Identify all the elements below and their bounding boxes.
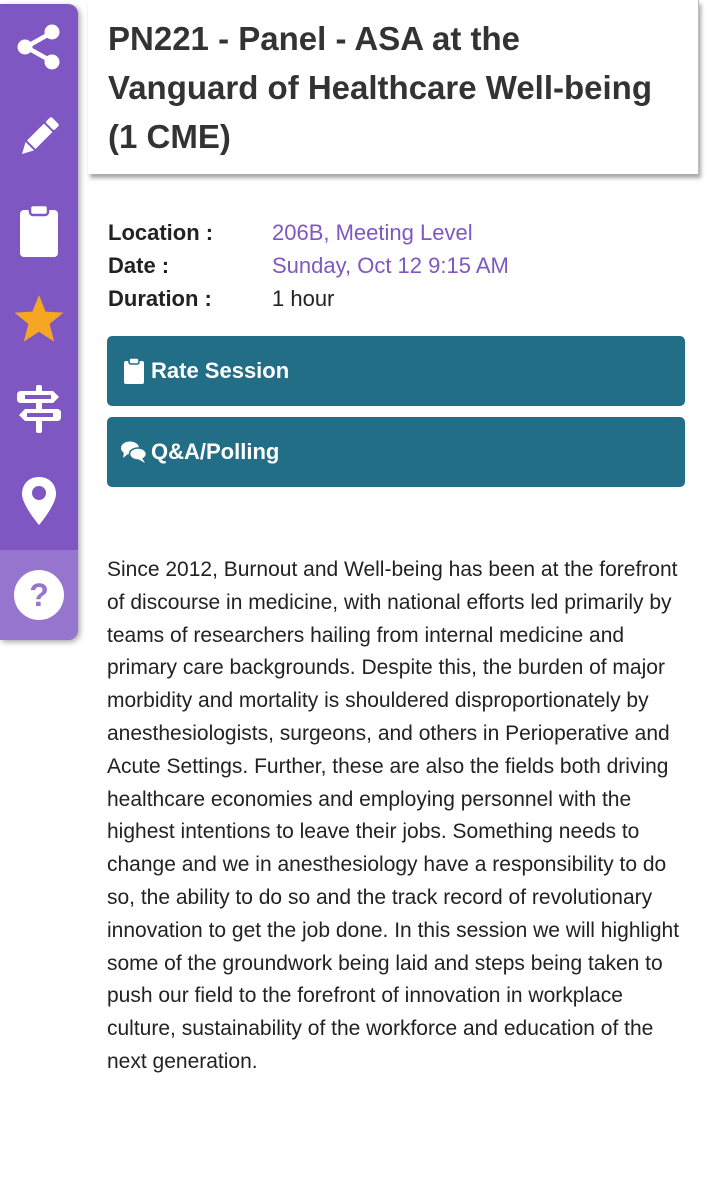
star-icon bbox=[14, 295, 64, 342]
rate-session-button[interactable]: Rate Session bbox=[107, 336, 685, 406]
location-row: Location : 206B, Meeting Level bbox=[108, 216, 688, 249]
sidebar-item-map[interactable] bbox=[0, 458, 78, 544]
location-link[interactable]: 206B, Meeting Level bbox=[272, 220, 473, 246]
chat-bubbles-icon bbox=[119, 440, 149, 464]
svg-text:?: ? bbox=[29, 577, 49, 613]
date-label: Date : bbox=[108, 252, 170, 278]
clipboard-icon bbox=[20, 203, 58, 257]
qa-polling-label: Q&A/Polling bbox=[151, 439, 280, 464]
rate-session-label: Rate Session bbox=[151, 358, 290, 383]
date-row: Date : Sunday, Oct 12 9:15 AM bbox=[108, 249, 688, 282]
sidebar-item-survey[interactable] bbox=[0, 188, 78, 274]
sidebar-toolbar: ? bbox=[0, 4, 78, 640]
qa-polling-button[interactable]: Q&A/Polling bbox=[107, 417, 685, 487]
duration-value: 1 hour bbox=[272, 285, 335, 311]
share-icon bbox=[17, 24, 60, 70]
date-link[interactable]: Sunday, Oct 12 9:15 AM bbox=[272, 253, 509, 279]
sidebar-item-share[interactable] bbox=[0, 4, 78, 90]
session-title: PN221 - Panel - ASA at the Vanguard of H… bbox=[108, 20, 653, 155]
duration-row: Duration : 1 hour bbox=[108, 282, 688, 315]
session-details: Location : 206B, Meeting Level Date : Su… bbox=[108, 216, 688, 315]
clipboard-icon bbox=[119, 357, 149, 385]
sidebar-item-favorite[interactable] bbox=[0, 276, 78, 362]
session-detail-page: ? PN221 - Panel - ASA at the Vanguard of… bbox=[0, 0, 708, 1200]
signpost-icon bbox=[17, 385, 61, 433]
map-pin-icon bbox=[22, 477, 56, 525]
sidebar-item-notes[interactable] bbox=[0, 94, 78, 180]
session-description: Since 2012, Burnout and Well-being has b… bbox=[107, 558, 680, 1073]
sidebar-item-help[interactable]: ? bbox=[0, 550, 78, 640]
location-label: Location : bbox=[108, 219, 214, 245]
session-title-card: PN221 - Panel - ASA at the Vanguard of H… bbox=[88, 0, 699, 174]
duration-label: Duration : bbox=[108, 285, 212, 311]
pencil-icon bbox=[22, 117, 59, 154]
help-icon: ? bbox=[14, 570, 64, 620]
sidebar-item-directions[interactable] bbox=[0, 366, 78, 452]
